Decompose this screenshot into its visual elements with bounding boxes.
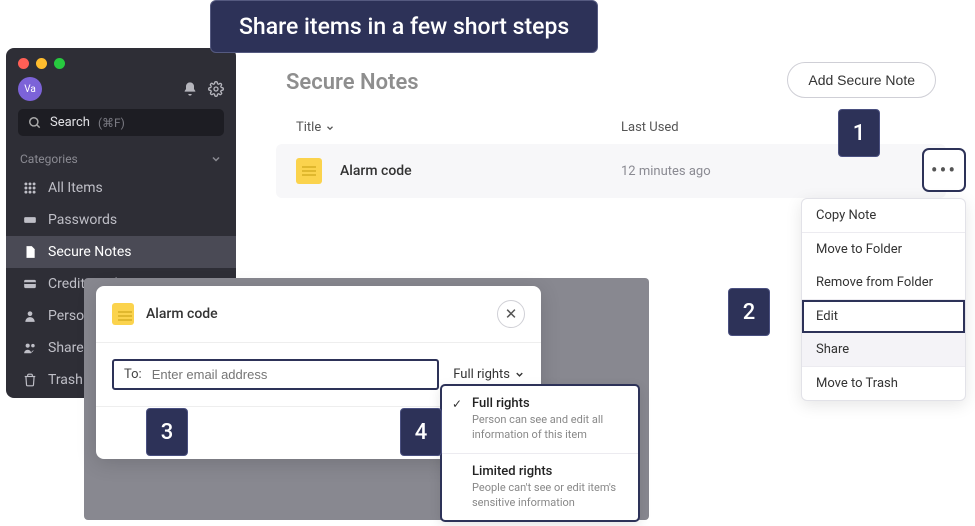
to-label: To: [124,367,142,382]
step-badge-1: 1 [838,109,880,157]
add-secure-note-button[interactable]: Add Secure Note [787,62,936,98]
rights-option-limited[interactable]: Limited rights People can't see or edit … [442,453,638,521]
page-title: Secure Notes [286,70,419,95]
avatar[interactable]: Va [18,77,42,101]
rights-option-desc: Person can see and edit all information … [472,413,626,443]
chevron-down-icon [210,153,222,165]
people-icon [22,340,38,356]
note-time: 12 minutes ago [621,164,711,179]
sidebar-item-label: Perso [48,308,84,324]
sidebar-item-label: Trash [48,372,83,388]
to-field[interactable]: To: [112,359,439,390]
search-icon [28,116,42,130]
tutorial-banner: Share items in a few short steps [210,0,598,53]
sidebar-item-secure-notes[interactable]: Secure Notes [6,236,236,268]
person-icon [22,308,38,324]
menu-copy-note[interactable]: Copy Note [802,199,965,232]
step-badge-2: 2 [728,288,770,336]
credit-card-icon [22,276,38,292]
sidebar-item-all-items[interactable]: All Items [6,172,236,204]
close-icon: ✕ [505,305,518,323]
context-menu: Copy Note Move to Folder Remove from Fol… [801,198,966,401]
step-badge-4: 4 [400,408,442,456]
sidebar-item-label: Passwords [48,212,117,228]
rights-option-desc: People can't see or edit item's sensitiv… [472,481,626,511]
close-window-icon[interactable] [18,58,29,69]
step-badge-3: 3 [146,408,188,456]
sidebar-topbar: Va [6,73,236,109]
menu-move-to-trash[interactable]: Move to Trash [802,367,965,400]
column-header-last-used: Last Used [621,120,679,135]
rights-option-full[interactable]: ✓ Full rights Person can see and edit al… [442,386,638,453]
menu-move-to-folder[interactable]: Move to Folder [802,233,965,266]
menu-edit[interactable]: Edit [802,300,965,333]
sidebar-item-label: All Items [48,180,103,196]
search-label: Search [50,115,90,130]
maximize-window-icon[interactable] [54,58,65,69]
column-header-title[interactable]: Title [296,120,335,135]
chevron-down-icon [514,369,525,380]
grid-icon [22,180,38,196]
minimize-window-icon[interactable] [36,58,47,69]
password-icon [22,212,38,228]
dialog-header: Alarm code ✕ [96,286,541,343]
close-button[interactable]: ✕ [497,300,525,328]
note-icon [22,244,38,260]
sidebar-item-label: Share [48,340,84,356]
window-controls [6,48,236,73]
note-title: Alarm code [340,163,412,179]
dialog-title: Alarm code [146,306,218,322]
sidebar-item-passwords[interactable]: Passwords [6,204,236,236]
categories-label: Categories [20,152,78,166]
menu-share[interactable]: Share [802,333,965,366]
ellipsis-icon: ••• [931,158,957,182]
menu-remove-from-folder[interactable]: Remove from Folder [802,266,965,299]
rights-option-title: Limited rights [472,464,626,479]
note-icon [296,158,322,184]
search-hint: (⌘F) [98,116,125,130]
note-icon [112,303,134,325]
categories-header[interactable]: Categories [6,146,236,172]
email-input[interactable] [152,367,302,382]
rights-dropdown-button[interactable]: Full rights [453,367,525,382]
sidebar-item-label: Secure Notes [48,244,132,260]
trash-icon [22,372,38,388]
bell-icon[interactable] [182,81,198,97]
more-options-button[interactable]: ••• [922,148,966,192]
gear-icon[interactable] [208,81,224,97]
chevron-down-icon [325,123,335,133]
rights-option-title: Full rights [472,396,626,411]
check-icon: ✓ [452,397,462,411]
rights-dropdown: ✓ Full rights Person can see and edit al… [440,384,640,522]
search-input[interactable]: Search (⌘F) [18,109,224,136]
